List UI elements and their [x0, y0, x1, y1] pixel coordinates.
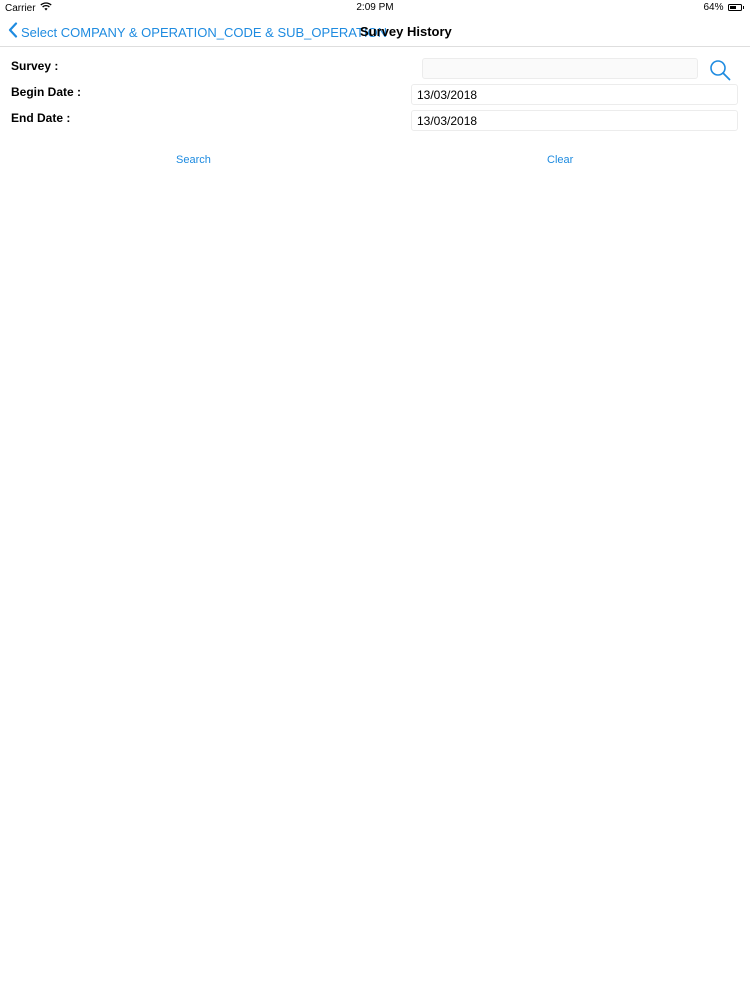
battery-fill — [729, 6, 736, 9]
survey-input[interactable] — [422, 58, 698, 79]
back-button-label: Select COMPANY & OPERATION_CODE & SUB_OP… — [21, 25, 388, 40]
status-right: 64% — [703, 2, 744, 13]
chevron-left-icon — [8, 22, 18, 43]
end-date-label: End Date : — [11, 111, 71, 125]
status-time: 2:09 PM — [356, 2, 394, 13]
page-title: Survey History — [360, 24, 452, 39]
begin-date-field[interactable] — [411, 84, 738, 105]
search-button[interactable]: Search — [176, 154, 211, 166]
back-button[interactable]: Select COMPANY & OPERATION_CODE & SUB_OP… — [8, 22, 387, 43]
battery-icon — [727, 4, 742, 11]
end-date-field[interactable] — [411, 110, 738, 131]
status-bar: Carrier 2:09 PM 64% — [0, 0, 750, 16]
navigation-bar: Select COMPANY & OPERATION_CODE & SUB_OP… — [0, 16, 750, 47]
survey-label: Survey : — [11, 59, 59, 73]
clear-button[interactable]: Clear — [547, 154, 573, 166]
battery-percent: 64% — [703, 2, 724, 13]
battery-tip — [742, 6, 744, 9]
search-icon[interactable] — [708, 58, 732, 82]
begin-date-label: Begin Date : — [11, 85, 82, 99]
